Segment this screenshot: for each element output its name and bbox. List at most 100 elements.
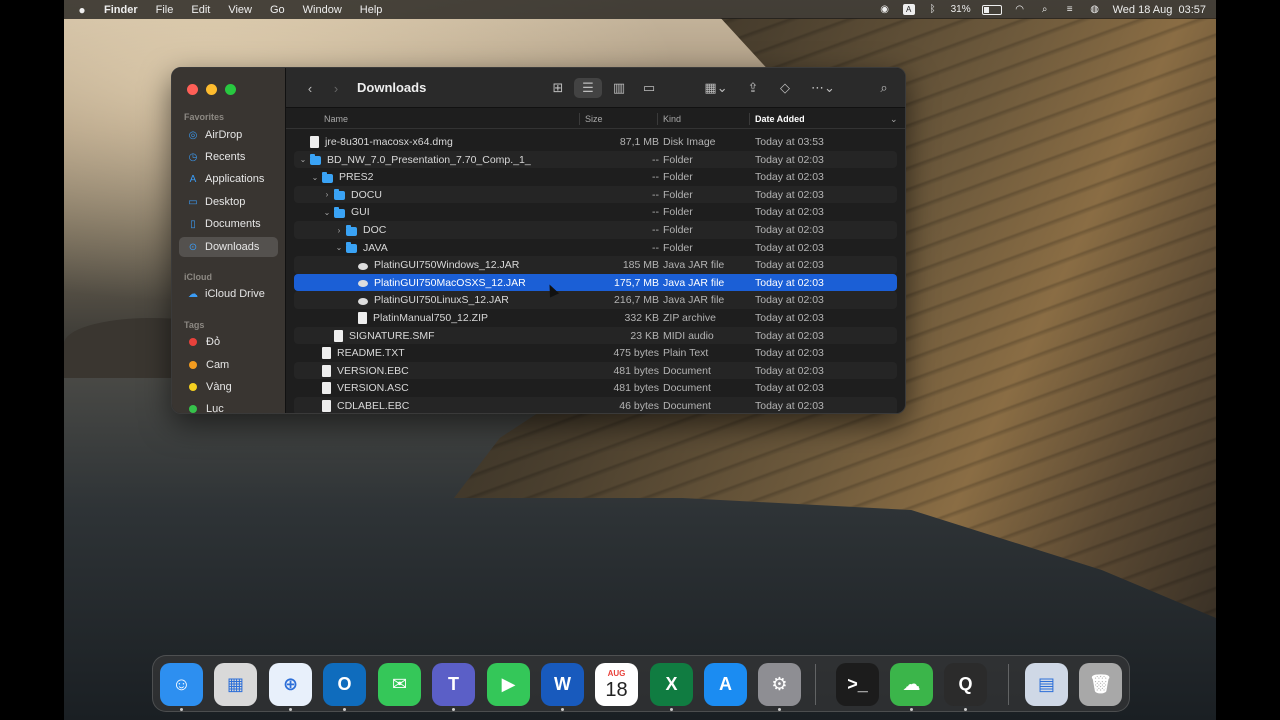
word-app[interactable]: W: [541, 663, 584, 706]
close-button[interactable]: [187, 84, 198, 95]
icon-view-button[interactable]: ⊞: [547, 78, 569, 98]
menu-app-name[interactable]: Finder: [104, 4, 138, 16]
bluetooth-icon[interactable]: ᛒ: [926, 4, 940, 16]
system-preferences-app[interactable]: ⚙: [758, 663, 801, 706]
sidebar-item-recents[interactable]: ◷ Recents: [179, 147, 278, 167]
disclosure-closed-icon[interactable]: ›: [322, 190, 332, 199]
disclosure-open-icon[interactable]: ⌄: [310, 173, 320, 182]
menu-edit[interactable]: Edit: [191, 4, 210, 16]
screen-recording-icon[interactable]: ◉: [878, 4, 892, 16]
table-row[interactable]: VERSION.ASC 481 bytes Document Today at 02:…: [294, 379, 897, 397]
file-date-added: Today at 02:03: [755, 171, 824, 184]
group-by-button[interactable]: ▦⌄: [699, 78, 733, 98]
column-divider[interactable]: [579, 113, 580, 125]
siri-icon[interactable]: ◍: [1088, 4, 1102, 16]
app-icon-glyph: ⚙: [771, 674, 788, 694]
search-icon[interactable]: ⌕: [874, 78, 894, 98]
file-kind: Folder: [663, 153, 693, 166]
file-name-cell: PlatinGUI750Windows_12.JAR: [346, 259, 519, 271]
trash-app[interactable]: 🗑: [1079, 663, 1122, 706]
table-row[interactable]: ⌄ BD_NW_7.0_Presentation_7.70_Comp._1_ -- F…: [294, 150, 897, 169]
back-button[interactable]: ‹: [302, 78, 318, 98]
column-size[interactable]: Size: [585, 114, 603, 124]
sidebar-tag-vang[interactable]: Vàng: [179, 377, 278, 397]
list-view-button[interactable]: ☰: [574, 78, 602, 98]
table-row[interactable]: SIGNATURE.SMF 23 KB MIDI audio Today at 02:…: [294, 326, 897, 345]
app-icon-glyph: ☁: [902, 674, 921, 694]
downloads-stack[interactable]: ▤: [1025, 663, 1068, 706]
sidebar-tag-cam[interactable]: Cam: [179, 355, 278, 375]
more-actions-icon[interactable]: ⋯⌄: [806, 78, 840, 98]
file-name-cell: › DOCU: [322, 189, 382, 201]
minimize-button[interactable]: [206, 84, 217, 95]
menu-go[interactable]: Go: [270, 4, 285, 16]
input-source-icon[interactable]: A: [902, 4, 915, 15]
table-row[interactable]: ⌄ GUI -- Folder Today at 02:03: [294, 203, 897, 221]
table-row[interactable]: PlatinGUI750MacOSXS_12.JAR 175,7 MB Java J…: [294, 273, 897, 292]
sidebar-item-icloud-drive[interactable]: ☁ iCloud Drive: [179, 284, 278, 304]
table-row[interactable]: README.TXT 475 bytes Plain Text Today at 02…: [294, 344, 897, 362]
wifi-icon[interactable]: ◠: [1013, 4, 1027, 16]
sort-chevron-icon[interactable]: ⌄: [890, 114, 898, 125]
facetime-app[interactable]: ▶: [487, 663, 530, 706]
messages-app[interactable]: ✉: [378, 663, 421, 706]
sidebar-item-airdrop[interactable]: ◎ AirDrop: [179, 125, 278, 145]
calendar-app[interactable]: AUG 18: [595, 663, 638, 706]
share-icon[interactable]: ⇪: [743, 78, 763, 98]
terminal-app[interactable]: >_: [836, 663, 879, 706]
launchpad-app[interactable]: ▦: [214, 663, 257, 706]
table-row[interactable]: PlatinGUI750Windows_12.JAR 185 MB Java JAR…: [294, 256, 897, 274]
table-row[interactable]: PlatinManual750_12.ZIP 332 KB ZIP archive T…: [294, 309, 897, 327]
column-divider[interactable]: [749, 113, 750, 125]
disclosure-open-icon[interactable]: ⌄: [322, 208, 332, 217]
sidebar-tag-do[interactable]: Đỏ: [179, 332, 278, 352]
teams-app[interactable]: T: [432, 663, 475, 706]
tag-icon[interactable]: ◇: [775, 78, 795, 98]
column-name[interactable]: Name: [324, 114, 348, 124]
gallery-view-button[interactable]: ▭: [638, 78, 660, 98]
jar-file-icon: [358, 280, 368, 288]
file-name: VERSION.EBC: [337, 364, 409, 377]
battery-icon[interactable]: [981, 4, 1002, 15]
menu-window[interactable]: Window: [303, 4, 342, 16]
table-row[interactable]: › DOCU -- Folder Today at 02:03: [294, 185, 897, 204]
app-icon-glyph: ▶: [501, 674, 516, 694]
disclosure-closed-icon[interactable]: ›: [334, 226, 344, 235]
disclosure-open-icon[interactable]: ⌄: [334, 243, 344, 252]
column-divider[interactable]: [657, 113, 658, 125]
sidebar-tag-luc[interactable]: Lục: [179, 399, 278, 413]
sidebar-item-desktop[interactable]: ▭ Desktop: [179, 192, 278, 212]
column-kind[interactable]: Kind: [663, 114, 681, 124]
column-date-added[interactable]: Date Added: [755, 114, 805, 124]
menu-file[interactable]: File: [156, 4, 174, 16]
table-row[interactable]: VERSION.EBC 481 bytes Document Today at 02:…: [294, 361, 897, 380]
appstore-app[interactable]: A: [704, 663, 747, 706]
zoom-button[interactable]: [225, 84, 236, 95]
excel-app[interactable]: X: [650, 663, 693, 706]
table-row[interactable]: PlatinGUI750LinuxS_12.JAR 216,7 MB Java JA…: [294, 291, 897, 309]
disclosure-open-icon[interactable]: ⌄: [298, 155, 308, 164]
menu-help[interactable]: Help: [360, 4, 383, 16]
sidebar-item-documents[interactable]: ▯ Documents: [179, 214, 278, 234]
menu-view[interactable]: View: [228, 4, 252, 16]
table-row[interactable]: jre-8u301-macosx-x64.dmg 87,1 MB Disk Imag…: [294, 133, 897, 151]
column-view-button[interactable]: ▥: [608, 78, 630, 98]
quicktime-app[interactable]: Q: [944, 663, 987, 706]
table-row[interactable]: › DOC -- Folder Today at 02:03: [294, 221, 897, 239]
clock[interactable]: Wed 18 Aug 03:57: [1113, 4, 1206, 16]
table-row[interactable]: CDLABEL.EBC 46 bytes Document Today at 02:0…: [294, 397, 897, 413]
table-row[interactable]: ⌄ PRES2 -- Folder Today at 02:03: [294, 168, 897, 186]
table-row[interactable]: ⌄ JAVA -- Folder Today at 02:03: [294, 239, 897, 257]
sidebar-item-downloads[interactable]: ⊙ Downloads: [179, 237, 278, 257]
file-name: DOCU: [351, 188, 382, 201]
apple-menu-icon[interactable]: ●: [74, 3, 90, 17]
forward-button[interactable]: ›: [328, 78, 344, 98]
spotlight-search-icon[interactable]: ⌕: [1038, 4, 1052, 16]
cloud-app[interactable]: ☁: [890, 663, 933, 706]
outlook-app[interactable]: O: [323, 663, 366, 706]
finder-app[interactable]: ☺: [160, 663, 203, 706]
safari-app[interactable]: ⊕: [269, 663, 312, 706]
app-icon-glyph: Q: [958, 674, 973, 694]
control-center-icon[interactable]: ≡: [1063, 4, 1077, 16]
sidebar-item-applications[interactable]: A Applications: [179, 169, 278, 189]
